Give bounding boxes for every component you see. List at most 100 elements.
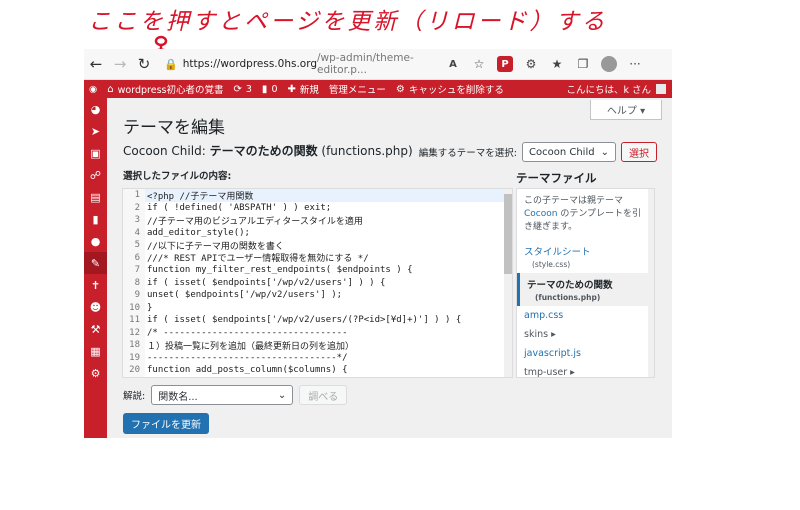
code-text: if ( isset( $endpoints['/wp/v2/users/(?P…	[147, 315, 462, 326]
media-icon[interactable]: ▣	[84, 142, 107, 164]
theme-select[interactable]: Cocoon Child ⌄	[522, 142, 616, 162]
code-line[interactable]: 7 function my_filter_rest_endpoints( $end…	[123, 264, 512, 277]
plus-icon: ✚	[287, 83, 296, 95]
documentation-row: 解説: 関数名... ⌄ 調べる	[123, 385, 348, 405]
folder-item-skins[interactable]: skins ▸	[517, 325, 654, 344]
line-number: 4	[123, 226, 145, 239]
file-heading-title: テーマのための関数	[209, 144, 318, 158]
main-content: ヘルプ ▾ テーマを編集 Cocoon Child: テーマのための関数 (fu…	[107, 98, 672, 438]
file-heading: Cocoon Child: テーマのための関数 (functions.php)	[123, 142, 413, 159]
editor-scrollbar[interactable]	[504, 189, 512, 377]
select-theme-button[interactable]: 選択	[621, 142, 657, 162]
line-number: 19	[123, 351, 145, 364]
file-item-functions-php[interactable]: テーマのための関数 (functions.php)	[517, 273, 654, 306]
appearance-icon[interactable]: ✎	[84, 252, 107, 274]
line-number: 3	[123, 214, 145, 227]
favorites-icon[interactable]: ★	[544, 53, 570, 75]
new-label: 新規	[299, 85, 319, 96]
code-line[interactable]: 3//子テーマ用のビジュアルエディタースタイルを適用	[123, 214, 512, 227]
file-item-javascript-js[interactable]: javascript.js	[517, 344, 654, 363]
read-aloud-icon[interactable]: A	[440, 53, 466, 75]
comments-count: 0	[271, 83, 278, 95]
new-content-link[interactable]: ✚ 新規	[282, 82, 323, 97]
comments-icon[interactable]: ▮	[84, 208, 107, 230]
files-scrollbar[interactable]	[648, 189, 654, 377]
documentation-label: 解説:	[123, 391, 146, 402]
link-icon[interactable]: ☍	[84, 164, 107, 186]
users-icon[interactable]: ☻	[84, 296, 107, 318]
code-line[interactable]: 19 -----------------------------------*/	[123, 351, 512, 364]
plugins-icon[interactable]: ✝	[84, 274, 107, 296]
code-line[interactable]: 2 if ( !defined( 'ABSPATH' ) ) exit;	[123, 201, 512, 214]
wp-logo-icon[interactable]: ◉	[84, 84, 102, 95]
collections-icon[interactable]: ❐	[570, 53, 596, 75]
code-editor[interactable]: 1 <?php //子テーマ用関数 2 if ( !defined( 'ABSPATH…	[122, 188, 513, 378]
code-line[interactable]: 1 <?php //子テーマ用関数	[123, 189, 512, 202]
file-item-style-css[interactable]: スタイルシート (style.css)	[517, 240, 654, 273]
line-number: 2	[123, 201, 145, 214]
more-icon[interactable]: ···	[622, 53, 648, 75]
line-number: 9	[123, 289, 145, 302]
updates-link[interactable]: ⟳ 3	[228, 84, 256, 95]
updates-count: 3	[245, 83, 252, 95]
line-number: 8	[123, 276, 145, 289]
code-line[interactable]: 5//以下に子テーマ用の関数を書く	[123, 239, 512, 252]
function-name-select[interactable]: 関数名... ⌄	[151, 385, 294, 405]
file-heading-file: (functions.php)	[317, 144, 413, 158]
tools-icon[interactable]: ⚒	[84, 318, 107, 340]
forward-arrow-icon[interactable]: →	[108, 52, 132, 76]
code-line[interactable]: 11 if ( isset( $endpoints['/wp/v2/users/(…	[123, 314, 512, 327]
comments-icon: ▮	[261, 83, 268, 95]
lookup-button[interactable]: 調べる	[299, 385, 348, 405]
url-path: /wp-admin/theme-editor.p...	[317, 52, 414, 76]
account-link[interactable]: こんにちは、k さん	[566, 82, 672, 96]
code-line[interactable]: 18 １）投稿一覧に列を追加（最終更新日の列を追加）	[123, 339, 512, 352]
code-line[interactable]: 8 if ( isset( $endpoints['/wp/v2/users'] …	[123, 276, 512, 289]
puzzle-icon[interactable]: ⚙	[518, 53, 544, 75]
back-arrow-icon[interactable]: ←	[84, 52, 108, 76]
browser-toolbar: ← → ↻ 🔒 https://wordpress.0hs.org /wp-ad…	[84, 49, 672, 80]
update-file-button[interactable]: ファイルを更新	[123, 413, 209, 434]
code-line[interactable]: 12/* ----------------------------------	[123, 326, 512, 339]
pin-icon[interactable]: ➤	[84, 120, 107, 142]
code-text: /* ----------------------------------	[147, 327, 348, 338]
code-text: //子テーマ用のビジュアルエディタースタイルを適用	[147, 216, 363, 227]
theme-files-panel: この子テーマは親テーマ Cocoon のテンプレートを引き継ぎます。 スタイルシ…	[516, 188, 655, 378]
selected-theme: Cocoon Child	[529, 146, 595, 158]
pages-icon[interactable]: ▤	[84, 186, 107, 208]
site-name-link[interactable]: ⌂ wordpress初心者の覚書	[102, 82, 228, 97]
help-button[interactable]: ヘルプ ▾	[590, 100, 662, 120]
cocoon-icon[interactable]: ●	[84, 230, 107, 252]
settings-icon[interactable]: ▦	[84, 340, 107, 362]
dashboard-icon[interactable]: ◕	[84, 98, 107, 120]
theme-files-title: テーマファイル	[516, 171, 597, 185]
code-text: if ( isset( $endpoints['/wp/v2/users'] )…	[147, 277, 386, 288]
file-item-amp-css[interactable]: amp.css	[517, 306, 654, 325]
admin-sidebar: ◕ ➤ ▣ ☍ ▤ ▮ ● ✎ ✝ ☻ ⚒ ▦ ⚙	[84, 98, 107, 438]
content-label: 選択したファイルの内容:	[123, 171, 232, 182]
profile-icon[interactable]	[596, 53, 622, 75]
greeting-label: こんにちは、k さん	[566, 85, 651, 96]
gear-icon[interactable]: ⚙	[84, 362, 107, 384]
refresh-icon[interactable]: ↻	[132, 52, 156, 76]
page-title: テーマを編集	[123, 118, 225, 138]
code-line[interactable]: 10}	[123, 301, 512, 314]
updates-icon: ⟳	[233, 83, 242, 95]
folder-item-tmp-user[interactable]: tmp-user ▸	[517, 363, 654, 377]
extension-icon[interactable]: P	[492, 53, 518, 75]
comments-link[interactable]: ▮ 0	[257, 84, 283, 95]
admin-menu-link[interactable]: 管理メニュー	[324, 82, 391, 96]
line-number: 6	[123, 251, 145, 264]
line-number: 10	[123, 301, 145, 314]
code-line[interactable]: 20 function add_posts_column($columns) {	[123, 364, 512, 377]
chevron-down-icon: ⌄	[600, 146, 609, 158]
code-line[interactable]: 4 add_editor_style();	[123, 226, 512, 239]
parent-theme-link[interactable]: Cocoon	[524, 209, 557, 219]
clear-cache-link[interactable]: ⚙ キャッシュを削除する	[391, 82, 509, 97]
code-text: -----------------------------------*/	[147, 352, 348, 363]
address-bar[interactable]: 🔒 https://wordpress.0hs.org /wp-admin/th…	[164, 52, 434, 76]
code-line[interactable]: 9 unset( $endpoints['/wp/v2/users'] );	[123, 289, 512, 302]
theme-select-area: 編集するテーマを選択: Cocoon Child ⌄ 選択	[419, 142, 657, 162]
code-line[interactable]: 6///* REST APIでユーザー情報取得を無効にする */	[123, 251, 512, 264]
favorite-star-icon[interactable]: ☆	[466, 53, 492, 75]
